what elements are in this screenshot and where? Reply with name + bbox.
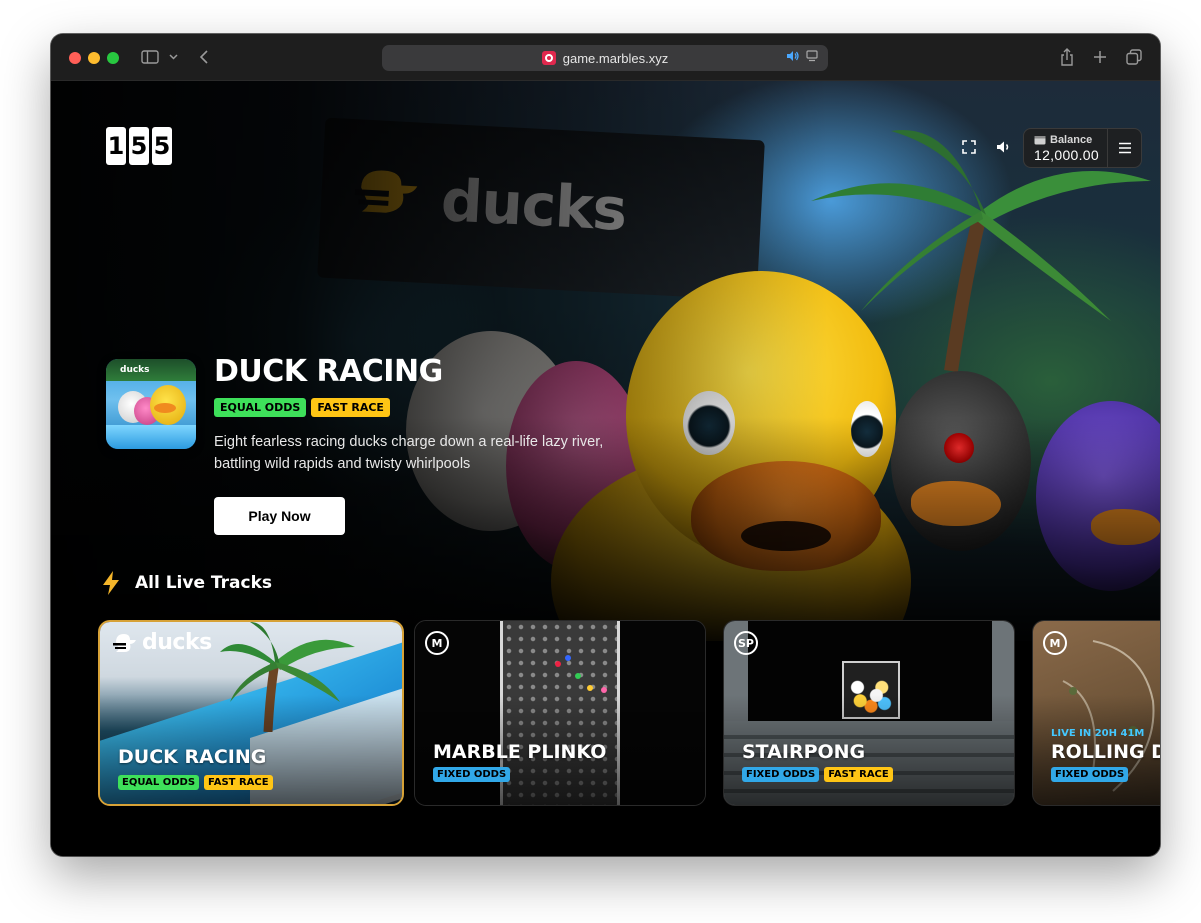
page-content: ducks xyxy=(51,81,1160,856)
track-card[interactable]: ducks DUCK RACING EQUAL ODDS FAST RACE xyxy=(98,620,404,806)
site-logo[interactable]: 1 5 5 xyxy=(106,127,172,165)
close-window-button[interactable] xyxy=(69,52,81,64)
reader-icon[interactable] xyxy=(806,50,818,62)
share-icon[interactable] xyxy=(1058,46,1076,68)
track-title: ROLLING D xyxy=(1051,741,1160,763)
section-title: All Live Tracks xyxy=(135,573,273,593)
zoom-window-button[interactable] xyxy=(107,52,119,64)
tag-fixed-odds: FIXED ODDS xyxy=(1051,767,1129,782)
track-title: DUCK RACING xyxy=(118,746,267,768)
tag-fixed-odds: FIXED ODDS xyxy=(433,767,511,782)
track-tags: FIXED ODDS FAST RACE xyxy=(742,767,893,782)
browser-window: game.marbles.xyz ducks xyxy=(51,34,1160,856)
tag-equal-odds: EQUAL ODDS xyxy=(214,398,307,417)
url-text: game.marbles.xyz xyxy=(562,50,669,66)
marble-badge-icon: M xyxy=(425,631,449,655)
lightning-icon xyxy=(103,571,119,595)
marble-badge-icon: M xyxy=(1043,631,1067,655)
play-now-button[interactable]: Play Now xyxy=(214,497,345,535)
tab-overview-icon[interactable] xyxy=(1125,46,1143,68)
new-tab-icon[interactable] xyxy=(1092,46,1108,68)
stairpong-badge-icon: SP xyxy=(734,631,758,655)
live-tracks-heading: All Live Tracks xyxy=(101,570,272,596)
duck-logo-icon xyxy=(113,633,136,652)
track-tags: FIXED ODDS xyxy=(433,767,511,782)
track-title: MARBLE PLINKO xyxy=(433,741,607,763)
tag-fast-race: FAST RACE xyxy=(204,775,273,790)
featured-game-description: Eight fearless racing ducks charge down … xyxy=(214,434,604,472)
wallet-icon xyxy=(1034,136,1046,145)
balance-label: Balance xyxy=(1050,134,1093,146)
featured-game-title: DUCK RACING xyxy=(214,354,443,389)
browser-toolbar: game.marbles.xyz xyxy=(51,34,1160,81)
tag-fixed-odds: FIXED ODDS xyxy=(742,767,820,782)
track-card[interactable]: M MARBLE PLINKO FIXED ODDS xyxy=(414,620,706,806)
track-tags: FIXED ODDS xyxy=(1051,767,1129,782)
back-icon[interactable] xyxy=(197,46,211,68)
tag-fast-race: FAST RACE xyxy=(311,398,390,417)
minimize-window-button[interactable] xyxy=(88,52,100,64)
tag-equal-odds: EQUAL ODDS xyxy=(118,775,200,790)
track-tags: EQUAL ODDS FAST RACE xyxy=(118,775,273,790)
balance-value: 12,000.00 xyxy=(1034,147,1099,163)
track-card[interactable]: M LIVE IN 20H 41M ROLLING D FIXED ODDS xyxy=(1032,620,1160,806)
logo-digit: 1 xyxy=(106,127,126,165)
logo-digit: 5 xyxy=(129,127,149,165)
featured-game-thumbnail[interactable]: ducks xyxy=(106,359,196,449)
logo-digit: 5 xyxy=(152,127,172,165)
thumb-logo-text: ducks xyxy=(120,365,150,375)
card-logo-text: ducks xyxy=(142,630,212,655)
tag-fast-race: FAST RACE xyxy=(824,767,893,782)
featured-game-tags: EQUAL ODDS FAST RACE xyxy=(214,398,390,417)
balance-widget[interactable]: Balance 12,000.00 xyxy=(1023,128,1142,168)
live-countdown: LIVE IN 20H 41M xyxy=(1051,728,1145,739)
fullscreen-icon[interactable] xyxy=(956,134,982,160)
speaker-icon[interactable] xyxy=(786,50,800,62)
chevron-down-icon[interactable] xyxy=(167,46,179,68)
volume-icon[interactable] xyxy=(991,134,1017,160)
track-title: STAIRPONG xyxy=(742,741,866,763)
hamburger-menu-icon xyxy=(1118,142,1131,154)
address-bar[interactable]: game.marbles.xyz xyxy=(382,45,828,71)
menu-button[interactable] xyxy=(1107,129,1141,167)
track-card[interactable]: SP STAIRPONG FIXED ODDS FAST RACE xyxy=(723,620,1015,806)
site-favicon-icon xyxy=(541,51,556,65)
ducks-brand-logo: ducks xyxy=(112,630,212,655)
sidebar-icon[interactable] xyxy=(140,46,160,68)
